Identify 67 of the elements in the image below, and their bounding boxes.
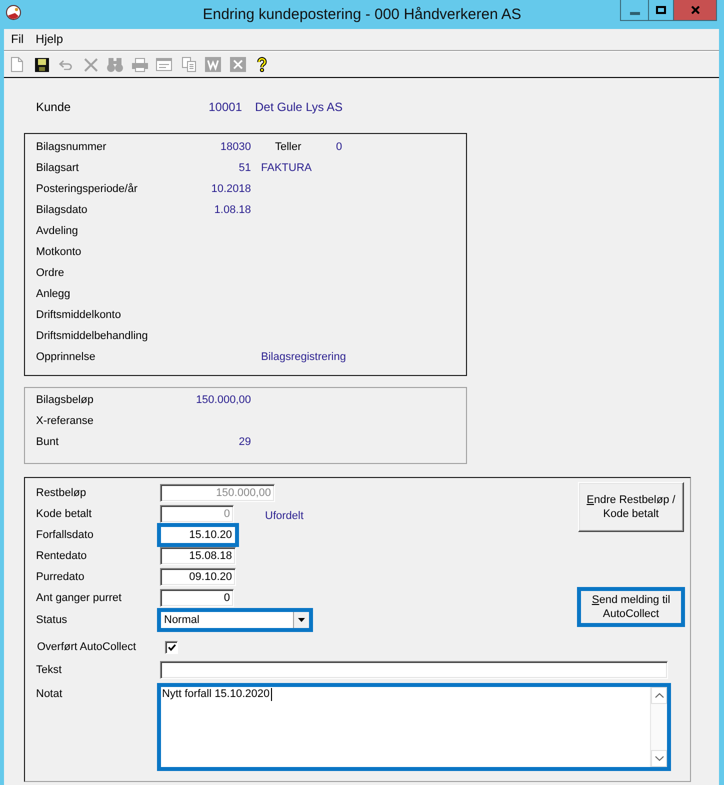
counter-label: Teller xyxy=(275,140,302,152)
input-field[interactable]: 09.10.20 xyxy=(160,568,236,586)
field-value: 10.2018 xyxy=(211,182,251,194)
field-value: 51 xyxy=(238,162,251,174)
field-label: Avdeling xyxy=(36,224,78,236)
action-button[interactable]: Endre Restbeløp / Kode betalt xyxy=(578,482,684,532)
help-icon[interactable] xyxy=(257,57,268,72)
close-icon xyxy=(690,6,700,14)
field-label: Bilagsart xyxy=(36,162,79,174)
field-label: Bunt xyxy=(36,436,59,448)
customer-label: Kunde xyxy=(36,100,71,114)
counter-value: 0 xyxy=(336,140,342,152)
menu-item[interactable]: Fil xyxy=(5,32,30,47)
field-label: Notat xyxy=(36,688,62,700)
scroll-down-button[interactable] xyxy=(651,750,667,767)
input-field[interactable] xyxy=(160,661,668,679)
field-label: Tekst xyxy=(36,664,62,676)
dropdown-button[interactable] xyxy=(293,612,309,628)
input-field[interactable]: 0 xyxy=(160,588,234,606)
field-label: Bilagsdato xyxy=(36,204,88,216)
field-label: Kode betalt xyxy=(36,508,92,520)
field-value: 18030 xyxy=(220,140,251,152)
field-label: Posteringsperiode/år xyxy=(36,182,138,194)
checkbox[interactable] xyxy=(165,640,178,654)
scrollbar[interactable] xyxy=(650,687,667,767)
field-description: Bilagsregistrering xyxy=(261,350,346,362)
field-label: Rentedato xyxy=(36,550,87,562)
memo-field[interactable]: Nytt forfall 15.10.2020 xyxy=(157,683,671,771)
minimize-button[interactable] xyxy=(620,0,649,21)
dropdown[interactable]: Normal xyxy=(157,608,313,632)
field-value: 1.08.18 xyxy=(214,204,251,216)
field-label: Ant ganger purret xyxy=(36,592,122,604)
chevron-down-icon xyxy=(654,756,664,761)
field-value: 150.000,00 xyxy=(196,394,251,406)
caret-down-icon xyxy=(298,618,305,622)
field-label: Opprinnelse xyxy=(36,350,96,362)
checkmark-icon xyxy=(168,644,176,650)
maximize-icon xyxy=(656,6,666,14)
menu-item[interactable]: Hjelp xyxy=(30,32,70,47)
chevron-up-icon xyxy=(654,693,664,698)
customer-name: Det Gule Lys AS xyxy=(255,100,343,114)
scroll-up-button[interactable] xyxy=(651,687,667,704)
field-label: Purredato xyxy=(36,570,84,582)
field-label: Bilagsnummer xyxy=(36,140,106,152)
field-label: Ordre xyxy=(36,266,64,278)
minimize-icon xyxy=(630,12,640,14)
field-label: Overført AutoCollect xyxy=(37,641,136,653)
field-label: Bilagsbeløp xyxy=(36,394,94,406)
input-field[interactable]: 15.10.20 xyxy=(157,522,239,546)
field-label: Forfallsdato xyxy=(36,528,94,540)
field-description: FAKTURA xyxy=(261,162,312,174)
field-value: 29 xyxy=(238,436,251,448)
app-icon xyxy=(6,5,21,20)
field-label: Status xyxy=(36,614,68,626)
field-label: Anlegg xyxy=(36,288,70,300)
action-button[interactable]: Send melding til AutoCollect xyxy=(577,587,685,627)
field-label: Restbeløp xyxy=(36,486,86,498)
customer-number: 10001 xyxy=(208,100,242,114)
window-title: Endring kundepostering - 000 Håndverkeren AS xyxy=(202,5,522,24)
input-field[interactable]: 15.08.18 xyxy=(160,546,236,564)
field-label: X-referanse xyxy=(36,414,94,426)
memo-text: Nytt forfall 15.10.2020 xyxy=(162,688,270,701)
field-label: Driftsmiddelkonto xyxy=(36,308,121,320)
field-label: Motkonto xyxy=(36,246,82,258)
close-button[interactable] xyxy=(673,0,717,21)
field-description: Ufordelt xyxy=(265,508,304,522)
field-label: Driftsmiddelbehandling xyxy=(36,330,148,342)
